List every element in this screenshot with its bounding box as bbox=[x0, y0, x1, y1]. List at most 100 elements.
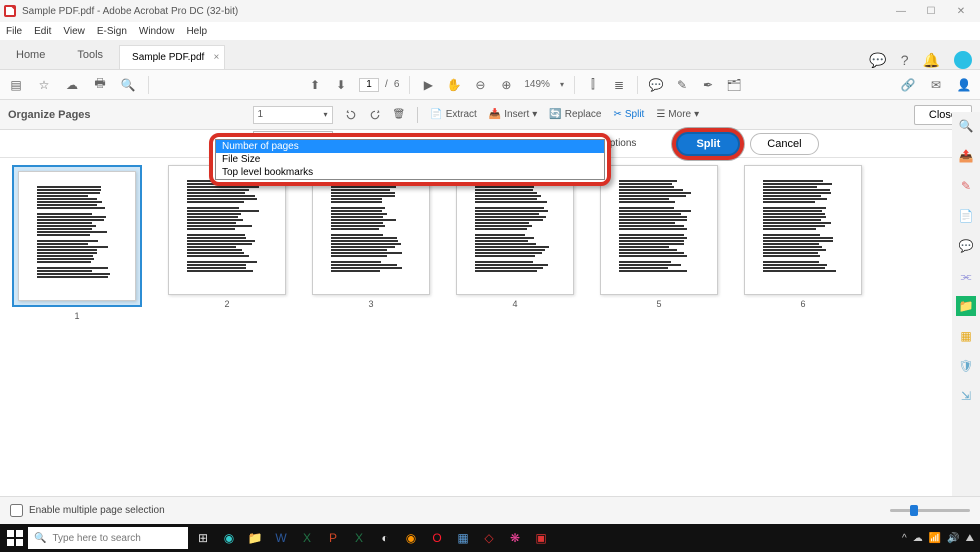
ppt-icon[interactable]: P bbox=[322, 527, 344, 549]
page-display-icon[interactable]: ≣ bbox=[611, 77, 627, 93]
tabbar: Home Tools Sample PDF.pdf × 💬 ? 🔔 bbox=[0, 40, 980, 70]
start-button[interactable] bbox=[6, 529, 24, 547]
acrobat-taskbar-icon[interactable]: ◇ bbox=[478, 527, 500, 549]
cloud-upload-icon[interactable]: ☁ bbox=[64, 77, 80, 93]
tray-sound-icon[interactable]: 🔊 bbox=[947, 533, 959, 544]
menu-view[interactable]: View bbox=[63, 26, 85, 37]
dropdown-option-file-size[interactable]: File Size bbox=[216, 153, 604, 166]
page-thumb-6[interactable]: 6 bbox=[744, 165, 862, 309]
menubar: File Edit View E-Sign Window Help bbox=[0, 22, 980, 40]
rail-compress-icon[interactable]: ⇲ bbox=[956, 386, 976, 406]
hand-icon[interactable]: ✋ bbox=[446, 77, 462, 93]
minimize-button[interactable]: — bbox=[886, 2, 916, 20]
rail-comment-icon[interactable]: 💬 bbox=[956, 236, 976, 256]
pointer-icon[interactable]: ▶ bbox=[420, 77, 436, 93]
app1-icon[interactable]: ▦ bbox=[452, 527, 474, 549]
insert-button[interactable]: 📥 Insert ▾ bbox=[489, 109, 538, 120]
tray-expand-icon[interactable]: ^ bbox=[902, 533, 907, 544]
help-icon[interactable]: ? bbox=[901, 52, 909, 68]
fit-width-icon[interactable]: ⫿ bbox=[585, 77, 601, 93]
mail-icon[interactable]: ✉ bbox=[928, 77, 944, 93]
tray-peak-icon[interactable]: ⛰ bbox=[966, 533, 974, 544]
excel2-icon[interactable]: X bbox=[348, 527, 370, 549]
page-thumb-4[interactable]: 4 bbox=[456, 165, 574, 309]
tab-tools[interactable]: Tools bbox=[61, 41, 119, 69]
rail-edit-icon[interactable]: ✎ bbox=[956, 176, 976, 196]
thumbnail-zoom-slider[interactable] bbox=[890, 509, 970, 512]
rail-search-icon[interactable]: 🔍 bbox=[956, 116, 976, 136]
tray-wifi-icon[interactable]: 📶 bbox=[929, 533, 941, 544]
cancel-button[interactable]: Cancel bbox=[750, 133, 818, 155]
close-window-button[interactable]: ✕ bbox=[946, 2, 976, 20]
opera-icon[interactable]: O bbox=[426, 527, 448, 549]
rotate-cw-button[interactable] bbox=[369, 109, 381, 121]
split-tool-button[interactable]: ✂ Split bbox=[613, 109, 644, 120]
delete-button[interactable]: 🗑 bbox=[393, 109, 406, 120]
menu-help[interactable]: Help bbox=[186, 26, 207, 37]
word-icon[interactable]: W bbox=[270, 527, 292, 549]
taskbar-search[interactable]: 🔍 Type here to search bbox=[28, 527, 188, 549]
page-up-icon[interactable]: ⬆ bbox=[307, 77, 323, 93]
side-panel-icon[interactable]: ▤ bbox=[8, 77, 24, 93]
zoom-level[interactable]: 149% bbox=[524, 79, 550, 90]
zoom-out-icon[interactable]: ⊖ bbox=[472, 77, 488, 93]
firefox-icon[interactable]: ◉ bbox=[400, 527, 422, 549]
page-thumb-3[interactable]: 3 bbox=[312, 165, 430, 309]
edge-icon[interactable]: ◉ bbox=[218, 527, 240, 549]
page-dropdown[interactable]: 1▾ bbox=[253, 106, 333, 124]
task-view-icon[interactable]: ⊞ bbox=[192, 527, 214, 549]
right-tools-rail: 🔍 📤 ✎ 📄 💬 ⫘ 📁 ▦ 🛡 ⇲ ◀ bbox=[952, 112, 980, 524]
organize-bar: Organize Pages 1▾ 🗑 📄 Extract 📥 Insert ▾… bbox=[0, 100, 980, 130]
more-button[interactable]: ☰ More ▾ bbox=[656, 109, 699, 120]
rotate-ccw-button[interactable] bbox=[345, 109, 357, 121]
tab-document[interactable]: Sample PDF.pdf × bbox=[119, 45, 225, 69]
avatar[interactable] bbox=[954, 51, 972, 69]
highlight-icon[interactable]: ✎ bbox=[674, 77, 690, 93]
page-total: 6 bbox=[394, 79, 400, 90]
chat-icon[interactable]: 💬 bbox=[869, 52, 886, 69]
search-icon[interactable]: 🔍 bbox=[120, 77, 136, 93]
page-number-input[interactable] bbox=[359, 78, 379, 92]
rail-export-icon[interactable]: 📤 bbox=[956, 146, 976, 166]
menu-window[interactable]: Window bbox=[139, 26, 175, 37]
chrome-icon[interactable]: ◐ bbox=[374, 527, 396, 549]
tray-cloud-icon[interactable]: ☁ bbox=[913, 533, 923, 544]
tab-close-icon[interactable]: × bbox=[213, 52, 219, 63]
zoom-in-icon[interactable]: ⊕ bbox=[498, 77, 514, 93]
maximize-button[interactable]: ☐ bbox=[916, 2, 946, 20]
print-icon[interactable]: 🖶 bbox=[92, 77, 108, 93]
bell-icon[interactable]: 🔔 bbox=[923, 52, 940, 69]
dropdown-option-top-level-bookmarks[interactable]: Top level bookmarks bbox=[216, 166, 604, 179]
sign-icon[interactable]: ✒ bbox=[700, 77, 716, 93]
rail-protect-icon[interactable]: 🛡 bbox=[956, 356, 976, 376]
excel-icon[interactable]: X bbox=[296, 527, 318, 549]
rail-redact-icon[interactable]: ▦ bbox=[956, 326, 976, 346]
dropdown-option-number-of-pages[interactable]: Number of pages bbox=[216, 140, 604, 153]
enable-multiselect-checkbox[interactable] bbox=[10, 504, 23, 517]
star-icon[interactable]: ☆ bbox=[36, 77, 52, 93]
stamp-icon[interactable]: 🗂 bbox=[726, 77, 742, 93]
link-icon[interactable]: 🔗 bbox=[900, 77, 916, 93]
app3-icon[interactable]: ▣ bbox=[530, 527, 552, 549]
page-thumb-5[interactable]: 5 bbox=[600, 165, 718, 309]
tab-home[interactable]: Home bbox=[0, 41, 61, 69]
tab-document-label: Sample PDF.pdf bbox=[132, 52, 204, 63]
zoom-dropdown-icon[interactable]: ▾ bbox=[560, 80, 564, 89]
replace-button[interactable]: 🔄 Replace bbox=[549, 109, 601, 120]
extract-button[interactable]: 📄 Extract bbox=[430, 109, 477, 120]
menu-file[interactable]: File bbox=[6, 26, 22, 37]
app2-icon[interactable]: ❋ bbox=[504, 527, 526, 549]
rail-create-icon[interactable]: 📄 bbox=[956, 206, 976, 226]
comment-icon[interactable]: 💬 bbox=[648, 77, 664, 93]
page-thumb-2[interactable]: 2 bbox=[168, 165, 286, 309]
menu-edit[interactable]: Edit bbox=[34, 26, 51, 37]
rail-sign-icon[interactable]: 📁 bbox=[956, 296, 976, 316]
split-button[interactable]: Split bbox=[676, 132, 740, 156]
menu-esign[interactable]: E-Sign bbox=[97, 26, 127, 37]
system-tray[interactable]: ^ ☁ 📶 🔊 ⛰ bbox=[902, 533, 974, 544]
rail-combine-icon[interactable]: ⫘ bbox=[956, 266, 976, 286]
explorer-icon[interactable]: 📁 bbox=[244, 527, 266, 549]
page-thumb-1[interactable]: 1 bbox=[12, 165, 142, 321]
page-down-icon[interactable]: ⬇ bbox=[333, 77, 349, 93]
account-icon[interactable]: 👤 bbox=[956, 77, 972, 93]
